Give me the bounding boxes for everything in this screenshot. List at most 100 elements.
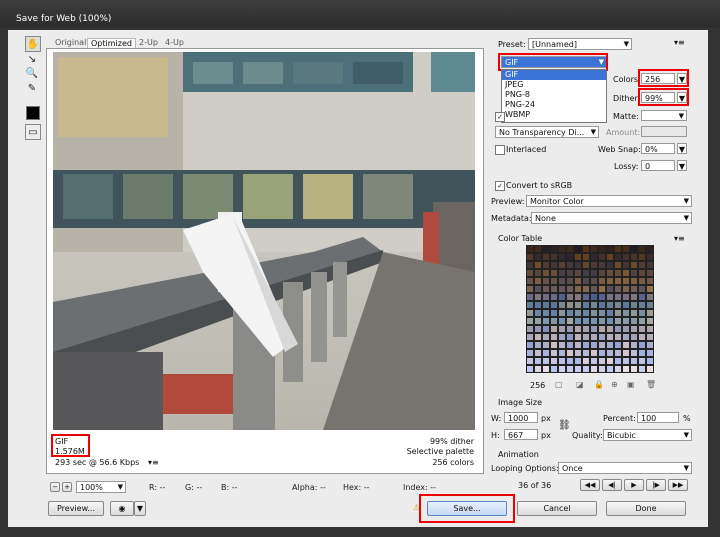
looping-select[interactable]: Once ▼ (558, 462, 692, 474)
color-swatch[interactable] (534, 341, 542, 349)
preview-image[interactable] (53, 52, 475, 430)
width-field[interactable]: 1000 (504, 412, 538, 423)
color-swatch[interactable] (566, 325, 574, 333)
color-swatch[interactable] (638, 309, 646, 317)
color-swatch[interactable] (630, 269, 638, 277)
color-swatch[interactable] (542, 357, 550, 365)
browser-icon[interactable]: ◉ (110, 501, 134, 516)
color-swatch[interactable] (526, 309, 534, 317)
color-swatch[interactable] (574, 301, 582, 309)
color-swatch[interactable] (558, 325, 566, 333)
color-swatch[interactable] (526, 245, 534, 253)
percent-field[interactable]: 100 (637, 412, 679, 423)
color-swatch[interactable] (526, 253, 534, 261)
color-swatch[interactable] (582, 277, 590, 285)
color-swatch[interactable] (598, 309, 606, 317)
color-swatch[interactable] (542, 245, 550, 253)
color-swatch[interactable] (550, 245, 558, 253)
height-field[interactable]: 667 (504, 429, 538, 440)
transparency-dither-select[interactable]: No Transparency Di... ▼ (495, 126, 599, 138)
color-swatch[interactable] (566, 357, 574, 365)
color-swatch[interactable] (558, 357, 566, 365)
color-swatch[interactable] (590, 245, 598, 253)
color-swatch[interactable] (630, 253, 638, 261)
color-swatch[interactable] (598, 245, 606, 253)
color-swatch[interactable] (638, 333, 646, 341)
color-swatch[interactable] (590, 261, 598, 269)
matte-select[interactable]: ▼ (641, 110, 687, 121)
color-swatch[interactable] (566, 293, 574, 301)
color-swatch[interactable] (574, 277, 582, 285)
eyedropper-tool-icon[interactable]: ✎ (25, 81, 39, 95)
color-swatch[interactable] (574, 309, 582, 317)
color-swatch[interactable] (638, 285, 646, 293)
color-swatch[interactable] (614, 333, 622, 341)
color-swatch[interactable] (542, 253, 550, 261)
lossy-dropdown-icon[interactable]: ▼ (677, 160, 687, 171)
color-swatch[interactable] (614, 325, 622, 333)
color-swatch[interactable] (550, 285, 558, 293)
color-swatch[interactable] (566, 277, 574, 285)
color-swatch[interactable] (622, 333, 630, 341)
color-swatch[interactable] (582, 269, 590, 277)
color-swatch[interactable] (646, 309, 654, 317)
color-swatch[interactable] (614, 285, 622, 293)
next-frame-button[interactable]: |▶ (646, 479, 666, 491)
color-swatch[interactable] (630, 349, 638, 357)
color-swatch[interactable] (598, 269, 606, 277)
color-swatch[interactable] (566, 285, 574, 293)
color-swatch[interactable] (606, 253, 614, 261)
color-swatch[interactable] (606, 245, 614, 253)
color-swatch[interactable] (534, 293, 542, 301)
color-swatch[interactable] (534, 349, 542, 357)
color-swatch[interactable] (646, 261, 654, 269)
color-swatch[interactable] (558, 317, 566, 325)
color-swatch[interactable] (606, 261, 614, 269)
color-swatch[interactable] (574, 365, 582, 373)
color-swatch[interactable] (550, 349, 558, 357)
color-swatch[interactable] (638, 325, 646, 333)
color-swatch[interactable] (534, 301, 542, 309)
color-swatch[interactable] (582, 349, 590, 357)
color-swatch[interactable] (574, 261, 582, 269)
convert-srgb-checkbox[interactable]: ✓ (495, 181, 505, 191)
preset-select[interactable]: [Unnamed] ▼ (528, 38, 632, 50)
color-swatch[interactable] (582, 309, 590, 317)
preview-button[interactable]: Preview... (48, 501, 104, 516)
color-swatch[interactable] (622, 341, 630, 349)
color-swatch[interactable] (534, 277, 542, 285)
zoom-tool-icon[interactable]: 🔍 (25, 66, 39, 80)
format-option-gif[interactable]: GIF (502, 70, 606, 80)
last-frame-button[interactable]: ▶▶ (668, 479, 688, 491)
color-swatch[interactable] (542, 349, 550, 357)
color-swatch[interactable] (582, 333, 590, 341)
lock-color-icon[interactable]: 🔒 (594, 380, 604, 389)
color-table-grid[interactable] (526, 245, 654, 373)
color-swatch[interactable] (646, 341, 654, 349)
color-swatch[interactable] (526, 365, 534, 373)
color-swatch[interactable] (566, 349, 574, 357)
color-swatch[interactable] (574, 333, 582, 341)
color-swatch[interactable] (646, 349, 654, 357)
color-swatch[interactable] (574, 253, 582, 261)
color-swatch[interactable] (638, 293, 646, 301)
color-swatch[interactable] (526, 285, 534, 293)
color-swatch[interactable] (582, 253, 590, 261)
color-swatch[interactable] (606, 341, 614, 349)
color-swatch[interactable] (590, 269, 598, 277)
color-swatch[interactable] (526, 349, 534, 357)
color-swatch[interactable] (582, 293, 590, 301)
color-swatch[interactable] (622, 317, 630, 325)
color-swatch[interactable] (590, 285, 598, 293)
lossy-field[interactable]: 0 (641, 160, 675, 171)
color-swatch[interactable] (582, 357, 590, 365)
color-swatch[interactable] (606, 293, 614, 301)
color-swatch[interactable] (630, 357, 638, 365)
color-swatch[interactable] (534, 285, 542, 293)
done-button[interactable]: Done (606, 501, 686, 516)
color-swatch[interactable] (542, 301, 550, 309)
color-swatch[interactable] (630, 341, 638, 349)
color-swatch[interactable] (614, 301, 622, 309)
color-swatch[interactable] (614, 269, 622, 277)
color-swatch[interactable] (526, 341, 534, 349)
